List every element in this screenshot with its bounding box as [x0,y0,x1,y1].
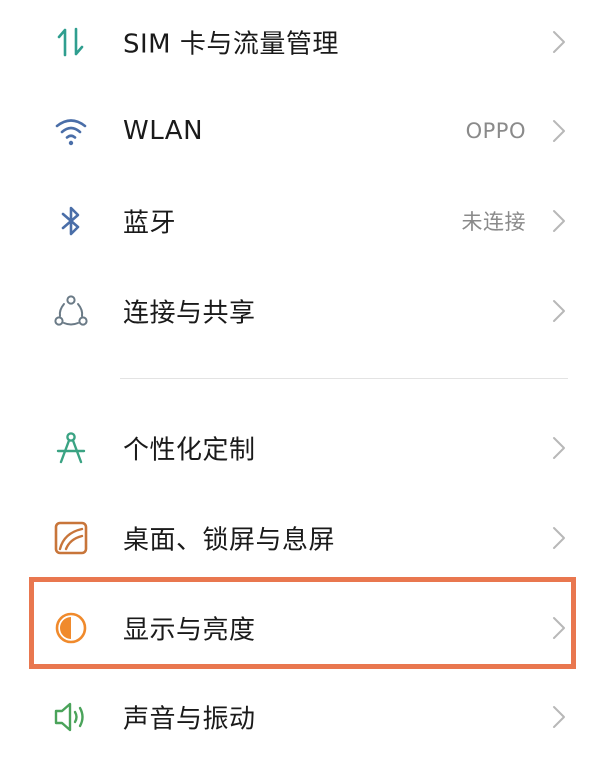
settings-item-personalization[interactable]: 个性化定制 [0,403,602,493]
settings-item-sim[interactable]: SIM 卡与流量管理 [0,0,602,87]
settings-item-label: 声音与振动 [123,704,256,735]
settings-item-wlan[interactable]: WLAN OPPO [0,86,602,176]
wallpaper-icon [50,517,92,559]
connection-share-icon [50,290,92,332]
settings-item-label: 连接与共享 [123,298,256,329]
bluetooth-icon [50,200,92,242]
chevron-right-icon [553,617,565,639]
settings-item-label: 显示与亮度 [123,615,256,646]
settings-item-label: SIM 卡与流量管理 [123,29,339,60]
section-divider [120,378,568,379]
speaker-icon [50,696,92,738]
chevron-right-icon [553,210,565,232]
chevron-right-icon [553,437,565,459]
settings-item-sound-vibration[interactable]: 声音与振动 [0,672,602,762]
wifi-icon [50,110,92,152]
settings-item-label: 个性化定制 [123,435,256,466]
chevron-right-icon [553,31,565,53]
chevron-right-icon [553,120,565,142]
brightness-icon [50,607,92,649]
settings-item-label: 蓝牙 [123,208,177,239]
chevron-right-icon [553,706,565,728]
settings-item-wallpaper[interactable]: 桌面、锁屏与息屏 [0,493,602,583]
settings-item-value: OPPO [465,119,526,143]
chevron-right-icon [553,300,565,322]
settings-item-value: 未连接 [461,210,526,234]
settings-item-connection-share[interactable]: 连接与共享 [0,266,602,356]
settings-item-label: WLAN [123,116,204,146]
compass-icon [50,427,92,469]
chevron-right-icon [553,527,565,549]
settings-item-display-brightness[interactable]: 显示与亮度 [0,583,602,673]
settings-item-label: 桌面、锁屏与息屏 [123,525,336,556]
data-transfer-icon [50,21,92,63]
settings-item-bluetooth[interactable]: 蓝牙 未连接 [0,176,602,266]
